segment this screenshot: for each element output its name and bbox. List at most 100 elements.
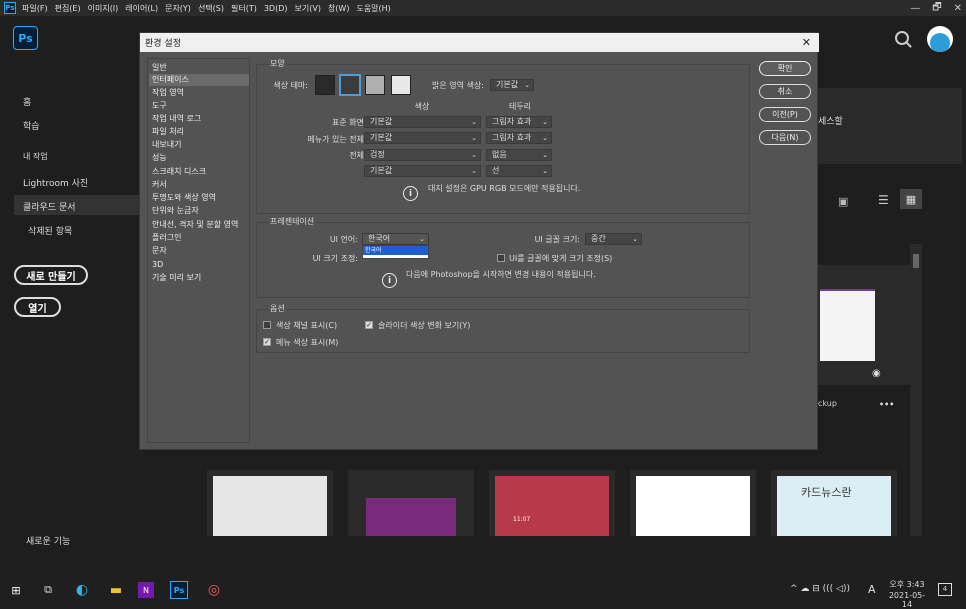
create-new-button[interactable]: 새로 만들기 [14,265,88,285]
category-cursors[interactable]: 커서 [152,179,249,191]
ui-language-select[interactable]: 한국어 ⌄ [362,233,429,245]
theme-swatch-dark[interactable] [339,74,361,96]
creative-cloud-icon[interactable] [927,26,953,52]
category-3d[interactable]: 3D [152,259,249,271]
artboard-color-select[interactable]: 기본값 ⌄ [364,165,481,177]
fullscreen-color-select[interactable]: 검정 ⌄ [364,149,481,161]
standard-screen-color-select[interactable]: 기본값 ⌄ [364,116,481,128]
ui-language-dropdown[interactable]: 한국어 [362,245,429,259]
ui-font-size-select[interactable]: 중간 ⌄ [585,233,642,245]
nav-cloud-documents[interactable]: 클라우드 문서 [23,200,76,213]
fullscreen-border-select[interactable]: 없음 ⌄ [486,149,552,161]
grid-view-icon[interactable]: ▦ [900,189,922,209]
category-general[interactable]: 일반 [152,62,249,74]
nav-lightroom-photos[interactable]: Lightroom 사진 [23,176,88,189]
scale-to-font-checkbox[interactable] [497,254,505,262]
category-plugins[interactable]: 플러그인 [152,232,249,244]
dynamic-color-sliders-checkbox[interactable]: ✓ [365,321,373,329]
previous-button[interactable]: 이전(P) [759,107,811,122]
photoshop-app-icon[interactable]: Ps [4,2,16,14]
theme-swatch-medium[interactable] [365,75,385,95]
photoshop-logo[interactable]: Ps [13,26,38,50]
clock-time[interactable]: 오후 3:43 [886,579,928,590]
photoshop-taskbar-icon[interactable]: Ps [170,581,188,599]
artboard-border-select[interactable]: 선 ⌄ [486,165,552,177]
notification-center-icon[interactable]: 4 [938,583,952,596]
edge-icon[interactable]: ◐ [72,580,92,600]
fullscreen-border-value: 없음 [492,150,507,159]
more-options-icon[interactable]: ••• [879,400,894,409]
menu-edit[interactable]: 편집(E) [55,3,81,14]
nav-deleted-items[interactable]: 삭제된 항목 [28,224,72,237]
menu-layer[interactable]: 레이어(L) [125,3,158,14]
recent-thumb-4[interactable] [630,470,756,536]
dynamic-color-sliders-label: 슬라이더 색상 변화 보기(Y) [378,321,471,330]
menu-type[interactable]: 문자(Y) [165,3,191,14]
category-workspace[interactable]: 작업 영역 [152,87,249,99]
open-button[interactable]: 열기 [14,297,61,317]
file-explorer-icon[interactable]: ▬ [106,580,126,600]
category-file-handling[interactable]: 파일 처리 [152,126,249,138]
highlight-color-value: 기본값 [496,80,519,89]
windows-start-icon[interactable]: ⊞ [6,580,26,600]
menu-select[interactable]: 선택(S) [198,3,224,14]
scrollbar[interactable] [910,244,922,536]
category-interface[interactable]: 인터페이스 [149,74,249,86]
theme-swatch-light[interactable] [391,75,411,95]
category-type[interactable]: 문자 [152,245,249,257]
menu-3d[interactable]: 3D(D) [264,4,288,13]
category-scratch-disks[interactable]: 스크래치 디스크 [152,166,249,178]
clock-date[interactable]: 2021-05-14 [884,591,930,609]
task-view-icon[interactable]: ⧉ [38,580,58,600]
recent-thumb-1[interactable] [207,470,333,536]
ok-button[interactable]: 확인 [759,61,811,76]
next-button[interactable]: 다음(N) [759,130,811,145]
new-folder-icon[interactable]: ▣ [838,195,848,208]
menu-window[interactable]: 창(W) [328,3,350,14]
list-view-icon[interactable]: ☰ [878,193,889,207]
column-border-header: 테두리 [508,102,532,111]
presentation-group-label: 프레젠테이션 [268,216,317,227]
menu-help[interactable]: 도움말(H) [356,3,390,14]
category-units-rulers[interactable]: 단위와 눈금자 [152,205,249,217]
category-tools[interactable]: 도구 [152,100,249,112]
cancel-button[interactable]: 취소 [759,84,811,99]
theme-swatch-darkest[interactable] [315,75,335,95]
fullscreen-menus-color-select[interactable]: 기본값 ⌄ [364,132,481,144]
category-export[interactable]: 내보내기 [152,139,249,151]
category-performance[interactable]: 성능 [152,152,249,164]
show-channels-color-checkbox[interactable] [263,321,271,329]
recent-thumb-3[interactable]: 11:07 [489,470,615,536]
category-tech-previews[interactable]: 기술 미리 보기 [152,272,249,284]
close-window-button[interactable]: ✕ [954,3,962,14]
creative-cloud-taskbar-icon[interactable]: ◎ [204,580,224,600]
recent-thumb-5[interactable]: 카드뉴스란 [771,470,897,536]
onenote-icon[interactable]: N [138,582,154,598]
category-history-log[interactable]: 작업 내역 로그 [152,113,249,125]
system-tray-icons[interactable]: ^ ☁ ⊟ ((( ◁)) [790,584,850,594]
minimize-button[interactable]: — [910,3,920,14]
menu-filter[interactable]: 필터(T) [231,3,257,14]
restore-button[interactable]: 🗗 [932,0,941,17]
nav-home[interactable]: 홈 [23,95,31,108]
chevron-down-icon: ⌄ [542,151,548,159]
ime-indicator[interactable]: A [868,583,876,596]
search-icon[interactable] [895,31,909,45]
dialog-close-icon[interactable]: ✕ [802,36,811,49]
ui-language-option-other[interactable] [363,255,428,258]
ui-language-option-korean[interactable]: 한국어 [363,246,428,255]
category-transparency-gamut[interactable]: 투명도와 색상 영역 [152,192,249,204]
menu-file[interactable]: 파일(F) [22,3,48,14]
category-guides-grid-slices[interactable]: 안내선, 격자 및 분할 영역 [152,219,249,231]
menu-image[interactable]: 이미지(I) [88,3,119,14]
scrollbar-thumb[interactable] [913,254,919,268]
standard-screen-border-select[interactable]: 그림자 효과 ⌄ [486,116,552,128]
file-card[interactable]: ◉ [818,265,911,385]
menu-view[interactable]: 보기(V) [295,3,321,14]
fullscreen-menus-border-select[interactable]: 그림자 효과 ⌄ [486,132,552,144]
show-menu-colors-checkbox[interactable]: ✓ [263,338,271,346]
nav-learn[interactable]: 학습 [23,119,40,132]
highlight-color-select[interactable]: 기본값 ⌄ [490,79,534,91]
whats-new-link[interactable]: 새로운 기능 [26,534,70,547]
recent-thumb-2[interactable] [348,470,474,536]
